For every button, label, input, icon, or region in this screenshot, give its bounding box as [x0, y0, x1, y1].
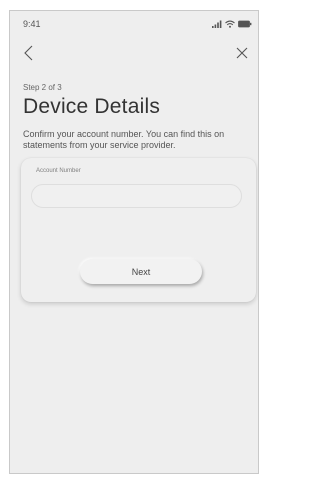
cellular-signal-icon — [212, 20, 222, 28]
battery-icon — [238, 20, 252, 28]
account-number-input[interactable] — [31, 184, 242, 208]
wifi-icon — [225, 20, 235, 28]
page-description: Confirm your account number. You can fin… — [23, 129, 225, 150]
close-button[interactable] — [232, 43, 252, 63]
status-time: 9:41 — [23, 19, 41, 29]
status-bar: 9:41 — [10, 11, 258, 31]
next-button[interactable]: Next — [80, 259, 202, 284]
phone-screen: 9:41 Step 2 of 3 Device Details Confirm … — [9, 10, 259, 474]
account-number-label: Account Number — [36, 168, 81, 174]
chevron-left-icon — [24, 45, 33, 61]
back-button[interactable] — [20, 43, 40, 63]
close-icon — [236, 47, 248, 59]
account-form-card: Account Number Next — [21, 158, 256, 302]
nav-bar — [10, 39, 258, 67]
page-title: Device Details — [23, 95, 161, 118]
step-indicator: Step 2 of 3 — [23, 83, 62, 92]
status-icons — [212, 18, 252, 30]
